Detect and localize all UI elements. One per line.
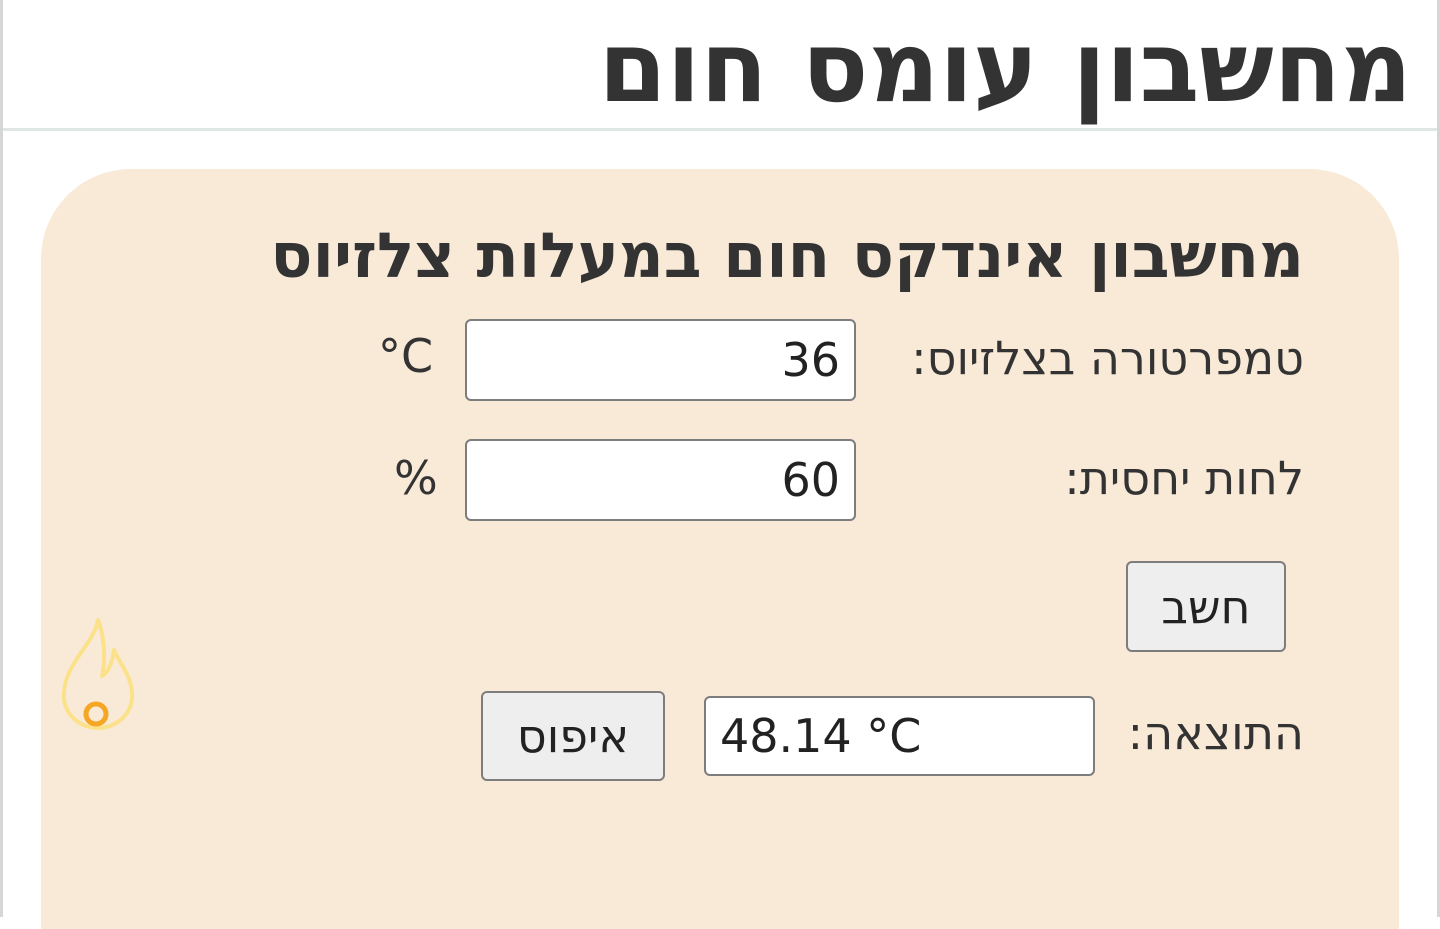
result-label: התוצאה: bbox=[1127, 706, 1304, 760]
humidity-label: לחות יחסית: bbox=[1064, 451, 1304, 505]
temperature-input[interactable] bbox=[465, 319, 856, 401]
page-title: מחשבון עומס חום bbox=[598, 11, 1412, 125]
humidity-input[interactable] bbox=[465, 439, 856, 521]
reset-button[interactable]: איפוס bbox=[481, 691, 665, 781]
title-divider bbox=[3, 128, 1437, 131]
temperature-unit: °C bbox=[378, 329, 434, 383]
page-frame-left bbox=[0, 0, 3, 917]
humidity-unit: % bbox=[394, 451, 438, 505]
calculator-heading: מחשבון אינדקס חום במעלות צלזיוס bbox=[270, 219, 1304, 292]
temperature-label: טמפרטורה בצלזיוס: bbox=[911, 331, 1304, 385]
result-field bbox=[704, 696, 1095, 776]
calculate-button[interactable]: חשב bbox=[1126, 561, 1286, 652]
flame-icon bbox=[61, 618, 135, 730]
